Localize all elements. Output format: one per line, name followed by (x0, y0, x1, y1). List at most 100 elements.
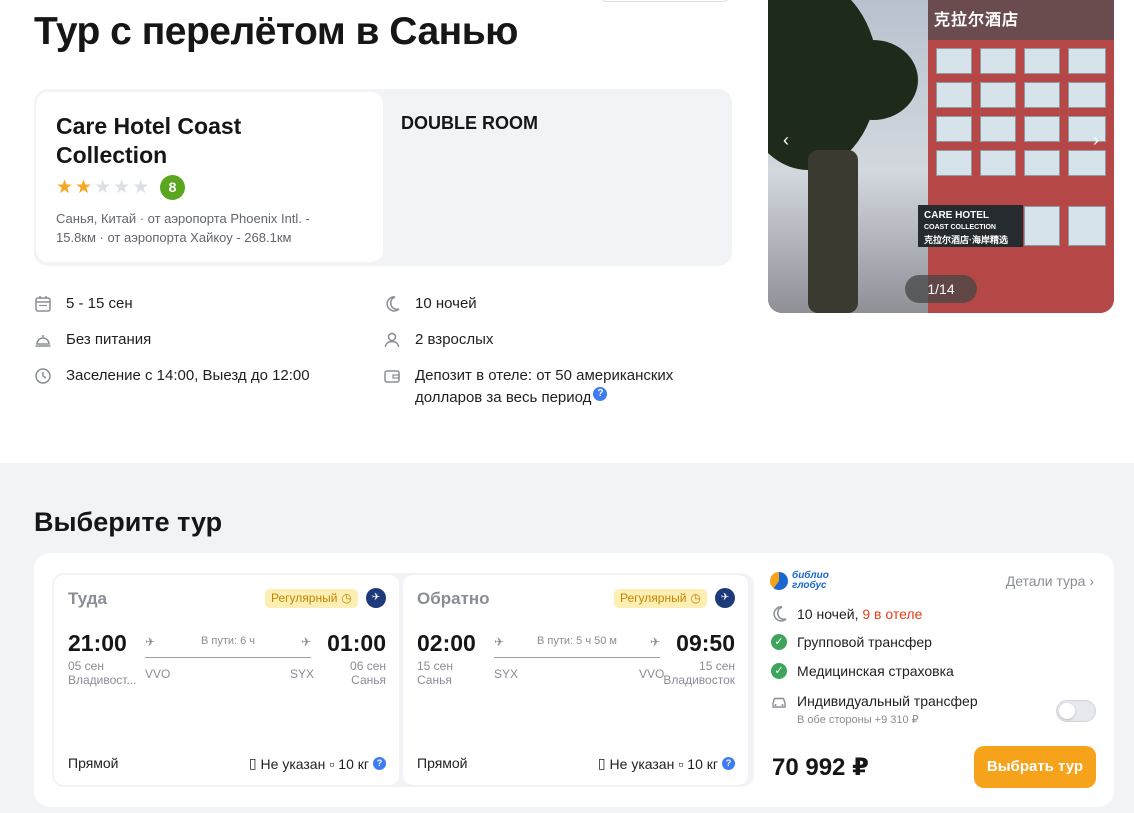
landing-icon: ✈ (649, 635, 660, 649)
clock-icon (35, 368, 51, 384)
flight-outbound[interactable]: Туда Регулярный ◷ ✈ 21:00 01:00 05 сен Вл… (54, 575, 399, 785)
baggage-info: ▯ Не указан ▫ 10 кг ? (598, 755, 735, 772)
photo-window (1068, 150, 1106, 176)
section-title: Выберите тур (34, 507, 223, 537)
individual-transfer-note: В обе стороны +9 310 ₽ (797, 714, 919, 726)
hotel-photo-gallery[interactable]: 克拉尔酒店 CARE HOTEL COAST COLLECTION 克拉尔酒店·… (768, 0, 1114, 313)
flight-direction: Туда (68, 589, 108, 608)
feature-label: Групповой трансфер (797, 634, 932, 650)
departure-info: 05 сен Владивост... (68, 659, 138, 687)
departure-airport: SYX (494, 667, 519, 681)
tour-selection-section: Выберите тур Туда Регулярный ◷ ✈ 21:00 01… (0, 463, 1134, 813)
select-tour-button[interactable]: Выбрать тур (974, 746, 1096, 788)
photo-palm (828, 40, 918, 120)
photo-window (980, 82, 1016, 108)
photo-sign-cn: 克拉尔酒店·海岸精选 (924, 235, 1008, 245)
photo-sign-sub: COAST COLLECTION (924, 224, 996, 231)
departure-date: 05 сен (68, 659, 104, 673)
guests-text: 2 взрослых (415, 331, 494, 348)
hotel-name[interactable]: Care Hotel Coast Collection (56, 112, 356, 170)
info-nights: 10 ночей (383, 293, 477, 315)
operator-logo-icon (770, 572, 788, 590)
arrival-time: 09:50 (676, 630, 735, 656)
tour-details-link[interactable]: Детали тура › (1006, 573, 1094, 589)
feature-label: Индивидуальный трансфер (797, 693, 978, 709)
history-icon: ◷ (690, 591, 701, 605)
photo-window (1024, 150, 1060, 176)
flight-route: ✈ В пути: 5 ч 50 м ✈ (494, 635, 660, 665)
photo-window (1024, 116, 1060, 142)
toggle-knob (1059, 703, 1075, 719)
arrival-date: 06 сен (350, 659, 386, 673)
individual-transfer-toggle[interactable] (1056, 700, 1096, 722)
feature-insurance: ✓ Медицинская страховка (770, 663, 954, 679)
arrival-date: 15 сен (699, 659, 735, 673)
hand-luggage-value: 10 кг (338, 755, 369, 772)
rating-badge[interactable]: 8 (160, 175, 185, 200)
regular-badge: Регулярный ◷ (265, 589, 358, 608)
hotel-location-line: Санья, Китай · от аэропорта Phoenix Intl… (56, 211, 310, 226)
chevron-right-icon: › (1089, 573, 1094, 589)
arrival-info: 06 сен Санья (311, 659, 386, 687)
regular-badge-label: Регулярный (271, 591, 338, 605)
arrival-info: 15 сен Владивосток (660, 659, 735, 687)
photo-window (936, 116, 972, 142)
feature-group-transfer: ✓ Групповой трансфер (770, 634, 932, 650)
hotel-card: Care Hotel Coast Collection ★ ★ ★ ★ ★ 8 … (34, 89, 732, 266)
help-icon[interactable]: ? (722, 757, 735, 770)
photo-window (980, 116, 1016, 142)
flight-direction: Обратно (417, 589, 490, 608)
photo-sign-en: CARE HOTEL (924, 210, 989, 221)
calendar-icon (35, 296, 51, 312)
star-icon: ★ (132, 177, 150, 198)
help-icon[interactable]: ? (373, 757, 386, 770)
arrival-time: 01:00 (327, 630, 386, 656)
info-deposit: Депозит в отеле: от 50 американских долл… (383, 365, 703, 409)
operator-logo: библио глобус (770, 571, 829, 591)
tour-price: 70 992 ₽ (772, 754, 869, 781)
nights-label: 10 ночей, (797, 606, 859, 622)
flight-type: Прямой (417, 755, 468, 771)
flight-duration: В пути: 6 ч (200, 635, 256, 647)
star-icon: ★ (56, 177, 74, 198)
photo-window (1024, 206, 1060, 246)
operator-logo-text: библио глобус (792, 571, 829, 591)
room-name: DOUBLE ROOM (401, 113, 538, 133)
dates-text: 5 - 15 сен (66, 295, 133, 312)
departure-city: Владивост... (68, 673, 137, 687)
chevron-left-icon[interactable]: ‹ (776, 130, 796, 150)
deposit-label: Депозит в отеле: от 50 американских долл… (415, 367, 674, 406)
chevron-right-icon[interactable]: › (1086, 130, 1106, 150)
photo-window (1068, 48, 1106, 74)
tour-header-section: Тур с перелётом в Санью Care Hotel Coast… (0, 0, 1134, 463)
airline-logo-icon: ✈ (715, 588, 735, 608)
car-icon (772, 697, 786, 708)
nights-text: 10 ночей (415, 295, 477, 312)
departure-date: 15 сен (417, 659, 453, 673)
photo-window (1068, 206, 1106, 246)
departure-info: 15 сен Санья (417, 659, 487, 687)
route-line (494, 657, 660, 658)
baggage-value: Не указан (260, 755, 326, 772)
handbag-icon: ▫ (329, 755, 335, 772)
photo-trunk (808, 150, 858, 313)
history-icon: ◷ (341, 591, 352, 605)
arrival-city: Владивосток (663, 673, 735, 687)
hotel-info-panel: Care Hotel Coast Collection ★ ★ ★ ★ ★ 8 … (36, 92, 383, 262)
flight-return[interactable]: Обратно Регулярный ◷ ✈ 02:00 09:50 15 сен… (403, 575, 748, 785)
photo-window (980, 48, 1016, 74)
flight-type: Прямой (68, 755, 119, 771)
handbag-icon: ▫ (678, 755, 684, 772)
flight-route: ✈ В пути: 6 ч ✈ (145, 635, 311, 665)
help-icon[interactable]: ? (593, 387, 608, 401)
check-icon: ✓ (771, 634, 787, 650)
departure-time: 21:00 (68, 630, 127, 656)
meals-text: Без питания (66, 331, 152, 348)
top-control[interactable] (600, 0, 730, 2)
departure-airport: VVO (145, 667, 171, 681)
info-meals: Без питания (34, 329, 151, 351)
suitcase-icon: ▯ (248, 755, 257, 771)
landing-icon: ✈ (300, 635, 311, 649)
airline-logo-icon: ✈ (366, 588, 386, 608)
hotel-location: Санья, Китай · от аэропорта Phoenix Intl… (56, 209, 346, 247)
